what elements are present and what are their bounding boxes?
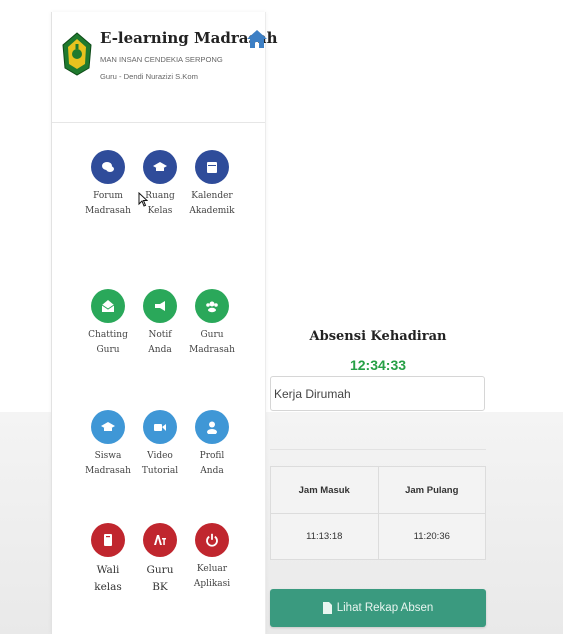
button-label: Lihat Rekap Absen xyxy=(336,602,434,614)
user-icon xyxy=(207,421,217,434)
menu-label: Profil Anda xyxy=(199,451,225,476)
menu-label: Guru Madrasah xyxy=(189,330,235,355)
power-icon xyxy=(206,533,218,547)
home-icon[interactable] xyxy=(246,28,268,50)
menu-icon-circle xyxy=(143,410,177,444)
menu-label: Forum Madrasah xyxy=(85,191,131,216)
attendance-clock: 12:34:33 xyxy=(349,357,407,373)
menu-label: Siswa Madrasah xyxy=(85,451,131,476)
lihat-rekap-absen-button[interactable]: Lihat Rekap Absen xyxy=(270,589,486,627)
attendance-status-field[interactable]: Kerja Dirumah xyxy=(270,376,485,411)
menu-label: Chatting Guru xyxy=(88,330,128,355)
madrasah-logo-icon xyxy=(62,32,92,76)
jam-masuk-value: 11:13:18 xyxy=(270,513,379,560)
jam-pulang-value: 11:20:36 xyxy=(377,513,486,560)
menu-icon-circle xyxy=(143,523,177,557)
brand-header: E-learning Madrasah MAN INSAN CENDEKIA S… xyxy=(52,12,278,123)
menu-icon-circle xyxy=(91,289,125,323)
table-header-row: Jam Masuk Jam Pulang xyxy=(270,466,486,514)
users-icon xyxy=(206,301,218,313)
menu-ruang-kelas[interactable]: Ruang Kelas xyxy=(130,150,190,219)
menu-siswa-madrasah[interactable]: Siswa Madrasah xyxy=(78,410,138,479)
menu-icon-circle xyxy=(91,523,125,557)
menu-wali-kelas[interactable]: Wali kelas xyxy=(78,523,138,596)
menu-video-tutorial[interactable]: Video Tutorial xyxy=(130,410,190,479)
chat-bubbles-icon xyxy=(102,162,114,172)
megaphone-icon xyxy=(155,301,165,311)
menu-kalender-akademik[interactable]: Kalender Akademik xyxy=(182,150,242,219)
table-row: 11:13:18 11:20:36 xyxy=(270,513,486,560)
menu-guru-bk[interactable]: Guru BK xyxy=(130,523,190,596)
mouse-cursor-icon xyxy=(138,192,148,207)
menu-keluar-aplikasi[interactable]: Keluar Aplikasi xyxy=(182,523,242,592)
calendar-icon xyxy=(207,162,217,173)
graduation-cap-icon xyxy=(101,422,115,431)
menu-chatting-guru[interactable]: Chatting Guru xyxy=(78,289,138,358)
menu-guru-madrasah[interactable]: Guru Madrasah xyxy=(182,289,242,358)
menu-notif-anda[interactable]: Notif Anda xyxy=(130,289,190,358)
column-header-jam-masuk: Jam Masuk xyxy=(270,466,379,514)
attendance-table: Jam Masuk Jam Pulang 11:13:18 11:20:36 xyxy=(270,466,486,560)
menu-icon-circle xyxy=(143,289,177,323)
document-icon xyxy=(322,602,332,614)
menu-icon-circle xyxy=(195,289,229,323)
user-name: Guru - Dendi Nurazizi S.Kom xyxy=(100,72,198,81)
divider xyxy=(270,449,486,450)
menu-label: Guru BK xyxy=(146,564,174,593)
video-camera-icon xyxy=(154,424,166,431)
menu-icon-circle xyxy=(195,523,229,557)
envelope-icon xyxy=(101,300,115,312)
menu-label: Video Tutorial xyxy=(141,451,179,476)
attendance-title: Absensi Kehadiran xyxy=(309,329,447,344)
menu-icon-circle xyxy=(143,150,177,184)
menu-profil-anda[interactable]: Profil Anda xyxy=(182,410,242,479)
school-name: MAN INSAN CENDEKIA SERPONG xyxy=(100,55,223,64)
menu-label: Wali kelas xyxy=(94,564,122,593)
menu-forum-madrasah[interactable]: Forum Madrasah xyxy=(78,150,138,219)
translate-icon xyxy=(154,535,166,545)
menu-label: Kalender Akademik xyxy=(189,191,235,216)
menu-icon-circle xyxy=(91,150,125,184)
column-header-jam-pulang: Jam Pulang xyxy=(377,466,486,514)
menu-icon-circle xyxy=(195,410,229,444)
menu-icon-circle xyxy=(91,410,125,444)
book-icon xyxy=(104,534,112,546)
menu-icon-circle xyxy=(195,150,229,184)
graduation-cap-icon xyxy=(153,162,167,171)
menu-label: Notif Anda xyxy=(148,330,172,355)
menu-label: Keluar Aplikasi xyxy=(193,564,231,589)
